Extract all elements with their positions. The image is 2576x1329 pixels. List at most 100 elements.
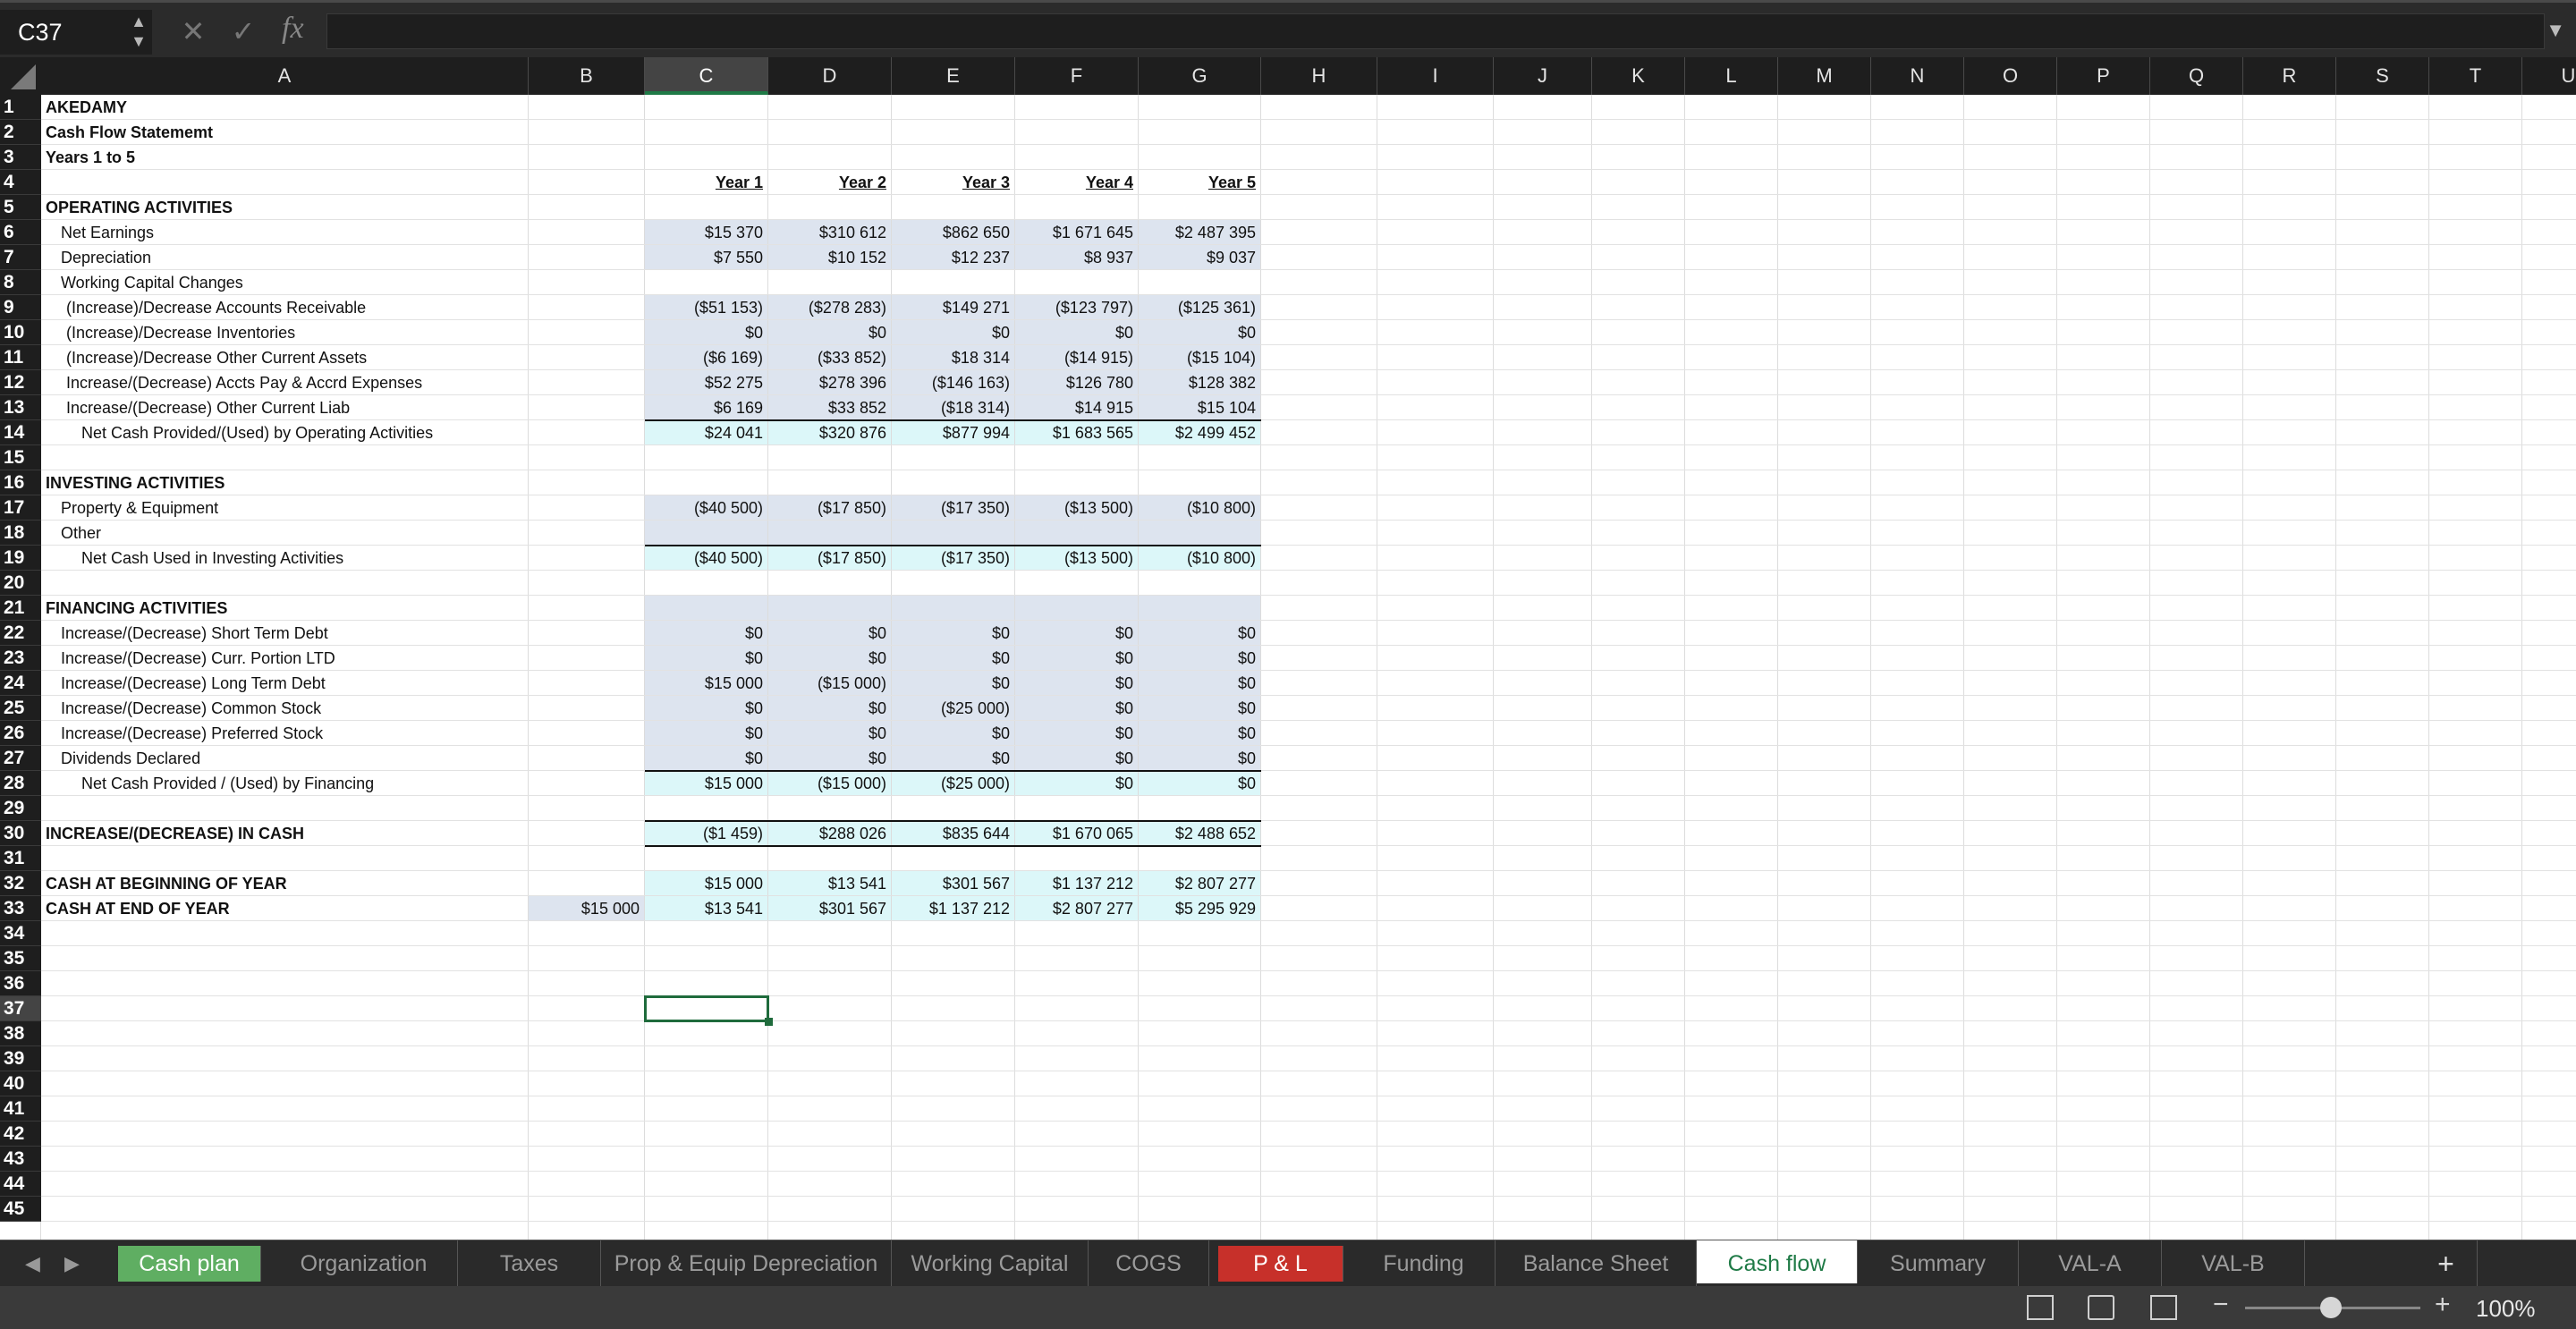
value-cell[interactable]: ($25 000) (892, 771, 1015, 796)
page-layout-icon[interactable] (2088, 1295, 2114, 1320)
value-cell[interactable]: $1 137 212 (1015, 871, 1139, 896)
sheet-tab-prop-equip-depreciation[interactable]: Prop & Equip Depreciation (601, 1240, 892, 1287)
column-header-u[interactable]: U (2522, 57, 2576, 95)
row-label[interactable]: Dividends Declared (61, 746, 529, 771)
row-label[interactable]: Net Cash Provided/(Used) by Operating Ac… (81, 420, 529, 445)
row-label[interactable]: INVESTING ACTIVITIES (46, 470, 529, 495)
value-cell[interactable]: $862 650 (892, 220, 1015, 245)
row-header[interactable]: 1 (0, 95, 41, 120)
column-header-h[interactable]: H (1261, 57, 1377, 95)
value-cell[interactable]: $0 (768, 696, 892, 721)
row-header[interactable]: 30 (0, 821, 41, 846)
value-cell[interactable]: ($17 850) (768, 546, 892, 571)
value-cell[interactable]: ($40 500) (645, 495, 768, 521)
value-cell[interactable]: $2 807 277 (1015, 896, 1139, 921)
row-header[interactable]: 4 (0, 170, 41, 195)
row-label[interactable]: Increase/(Decrease) Common Stock (61, 696, 529, 721)
row-header[interactable]: 3 (0, 145, 41, 170)
row-header[interactable]: 40 (0, 1071, 41, 1096)
row-header[interactable]: 12 (0, 370, 41, 395)
row-label[interactable]: (Increase)/Decrease Accounts Receivable (66, 295, 529, 320)
row-header[interactable]: 22 (0, 621, 41, 646)
value-cell[interactable]: ($14 915) (1015, 345, 1139, 370)
row-header[interactable]: 16 (0, 470, 41, 495)
row-header[interactable]: 29 (0, 796, 41, 821)
row-label[interactable]: Years 1 to 5 (46, 145, 529, 170)
year-header[interactable]: Year 1 (645, 170, 768, 195)
row-header[interactable]: 39 (0, 1046, 41, 1071)
row-header[interactable]: 8 (0, 270, 41, 295)
row-label[interactable]: Increase/(Decrease) Curr. Portion LTD (61, 646, 529, 671)
value-cell[interactable]: $0 (1139, 621, 1261, 646)
value-cell[interactable]: $0 (645, 746, 768, 771)
value-cell[interactable]: $18 314 (892, 345, 1015, 370)
value-cell[interactable]: ($1 459) (645, 821, 768, 846)
year-header[interactable]: Year 4 (1015, 170, 1139, 195)
row-header[interactable]: 43 (0, 1147, 41, 1172)
row-header[interactable]: 21 (0, 596, 41, 621)
sheet-tab-taxes[interactable]: Taxes (458, 1240, 601, 1287)
column-header-r[interactable]: R (2243, 57, 2336, 95)
row-header[interactable]: 19 (0, 546, 41, 571)
value-cell[interactable]: ($146 163) (892, 370, 1015, 395)
column-header-p[interactable]: P (2057, 57, 2150, 95)
sheet-tab-working-capital[interactable]: Working Capital (892, 1240, 1089, 1287)
value-cell[interactable]: $128 382 (1139, 370, 1261, 395)
value-cell[interactable]: $0 (645, 621, 768, 646)
row-header[interactable]: 5 (0, 195, 41, 220)
value-cell[interactable]: $2 499 452 (1139, 420, 1261, 445)
value-cell[interactable]: ($10 800) (1139, 495, 1261, 521)
column-header-t[interactable]: T (2429, 57, 2522, 95)
value-cell[interactable]: $8 937 (1015, 245, 1139, 270)
row-header[interactable]: 35 (0, 946, 41, 971)
value-cell[interactable]: $301 567 (892, 871, 1015, 896)
next-sheet-icon[interactable]: ▶ (64, 1240, 80, 1287)
row-header[interactable]: 32 (0, 871, 41, 896)
row-header[interactable]: 23 (0, 646, 41, 671)
row-header[interactable]: 42 (0, 1122, 41, 1147)
column-header-k[interactable]: K (1592, 57, 1685, 95)
value-cell[interactable]: $2 807 277 (1139, 871, 1261, 896)
row-label[interactable]: (Increase)/Decrease Other Current Assets (66, 345, 529, 370)
row-header[interactable]: 2 (0, 120, 41, 145)
sheet-tab-funding[interactable]: Funding (1352, 1240, 1496, 1287)
sheet-tab-organization[interactable]: Organization (270, 1240, 458, 1287)
row-header[interactable]: 33 (0, 896, 41, 921)
value-cell[interactable]: $0 (768, 320, 892, 345)
value-cell[interactable]: $14 915 (1015, 395, 1139, 420)
row-header[interactable]: 31 (0, 846, 41, 871)
value-cell[interactable]: $0 (892, 646, 1015, 671)
row-header[interactable]: 38 (0, 1021, 41, 1046)
value-cell[interactable]: $310 612 (768, 220, 892, 245)
row-header[interactable]: 44 (0, 1172, 41, 1197)
column-header-f[interactable]: F (1015, 57, 1139, 95)
value-cell[interactable]: $13 541 (768, 871, 892, 896)
row-label[interactable]: Cash Flow Statememt (46, 120, 529, 145)
value-cell[interactable]: $0 (1015, 746, 1139, 771)
row-header[interactable]: 7 (0, 245, 41, 270)
column-header-a[interactable]: A (41, 57, 529, 95)
row-header[interactable]: 36 (0, 971, 41, 996)
year-header[interactable]: Year 2 (768, 170, 892, 195)
value-cell[interactable]: $0 (768, 746, 892, 771)
value-cell[interactable]: ($25 000) (892, 696, 1015, 721)
row-label[interactable]: Increase/(Decrease) Long Term Debt (61, 671, 529, 696)
value-cell[interactable]: $320 876 (768, 420, 892, 445)
sheet-tab-cogs[interactable]: COGS (1089, 1240, 1209, 1287)
value-cell[interactable]: $835 644 (892, 821, 1015, 846)
value-cell[interactable]: $288 026 (768, 821, 892, 846)
column-header-n[interactable]: N (1871, 57, 1964, 95)
formula-input[interactable] (326, 13, 2545, 49)
value-cell[interactable]: $15 000 (529, 896, 645, 921)
value-cell[interactable]: $0 (1015, 320, 1139, 345)
value-cell[interactable]: ($17 350) (892, 495, 1015, 521)
sheet-tab-val-b[interactable]: VAL-B (2162, 1240, 2305, 1287)
value-cell[interactable]: ($51 153) (645, 295, 768, 320)
column-header-o[interactable]: O (1964, 57, 2057, 95)
select-all-corner[interactable] (0, 57, 41, 95)
value-cell[interactable]: $0 (1139, 320, 1261, 345)
row-label[interactable]: Net Cash Used in Investing Activities (81, 546, 529, 571)
row-label[interactable]: Depreciation (61, 245, 529, 270)
row-header[interactable]: 41 (0, 1096, 41, 1122)
sheet-tab-summary[interactable]: Summary (1858, 1240, 2019, 1287)
